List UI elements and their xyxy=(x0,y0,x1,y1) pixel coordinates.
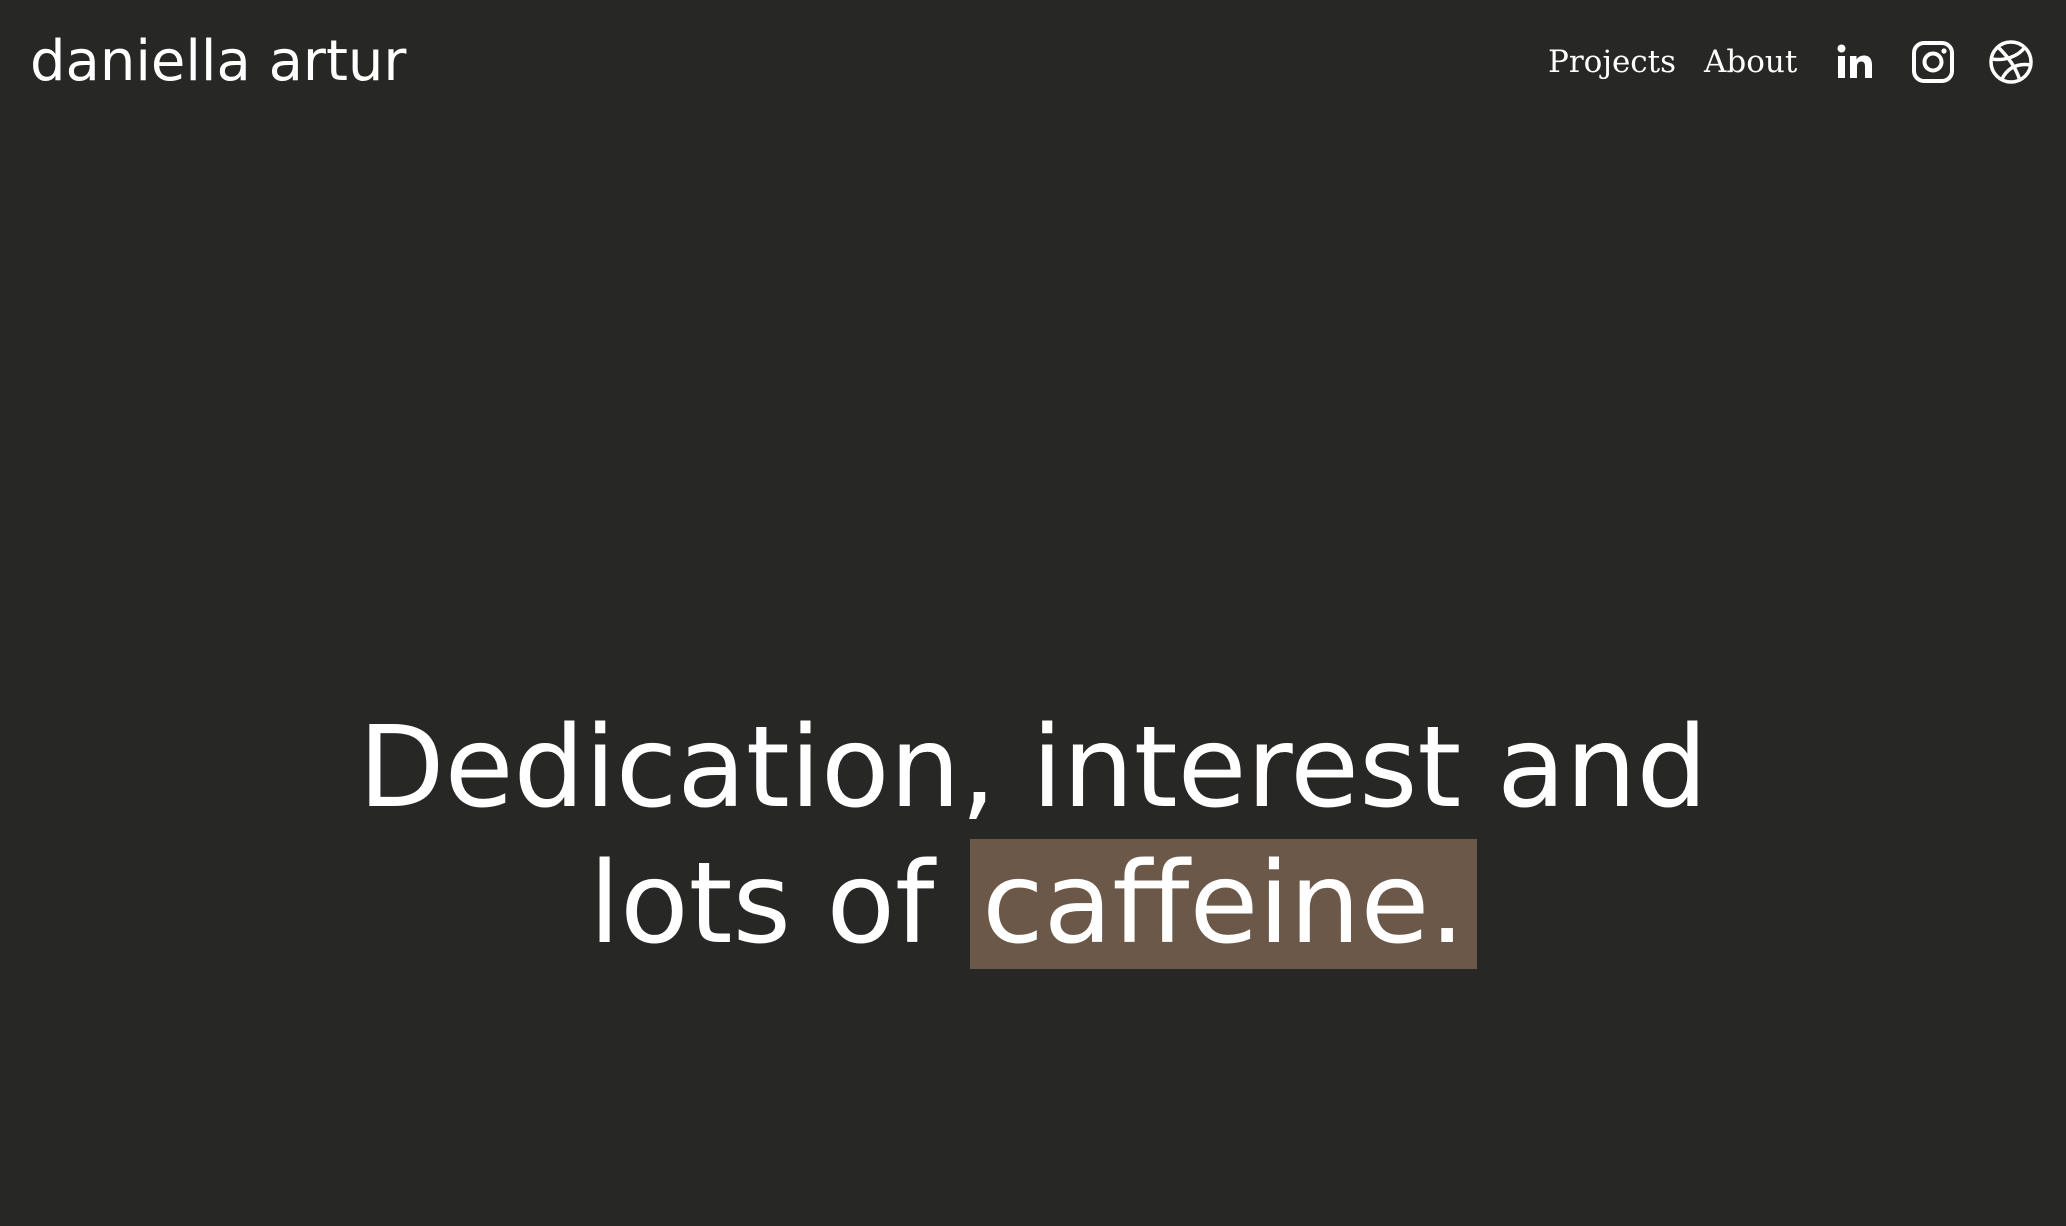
main-nav: Projects About xyxy=(1548,36,1825,88)
page: daniella artur Projects About Dedication… xyxy=(0,0,2066,1226)
nav-link-projects[interactable]: Projects xyxy=(1548,36,1676,88)
dribbble-icon[interactable] xyxy=(1988,38,2034,86)
linkedin-icon[interactable] xyxy=(1832,38,1878,86)
instagram-icon[interactable] xyxy=(1910,38,1956,86)
hero-line-1: Dedication, interest and xyxy=(358,703,1708,833)
hero-line-2-prefix: lots of xyxy=(589,839,971,969)
hero-headline: Dedication, interest and lots of caffein… xyxy=(0,700,2066,972)
hero-line-2: lots of caffeine. xyxy=(0,836,2066,972)
nav-link-about[interactable]: About xyxy=(1704,36,1797,88)
social-links xyxy=(1832,38,2034,86)
hero-highlight-word: caffeine. xyxy=(970,839,1477,969)
brand-logo[interactable]: daniella artur xyxy=(30,22,406,102)
